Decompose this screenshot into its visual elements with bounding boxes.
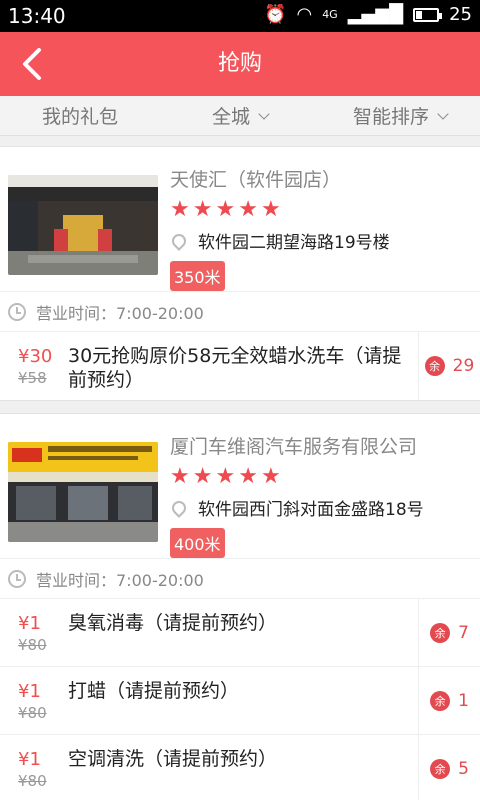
remaining-value: 7	[458, 622, 469, 643]
deal-title: 打蜡（请提前预约）	[68, 680, 240, 702]
deal-price: ¥30 ¥58	[0, 332, 56, 400]
hours-value: 7:00-20:00	[116, 303, 204, 323]
filter-label: 全城	[211, 106, 250, 128]
star-icon: ★	[238, 464, 258, 489]
distance-badge: 350米	[170, 261, 225, 291]
filter-city[interactable]: 全城	[160, 96, 320, 135]
star-icon: ★	[238, 197, 258, 222]
filter-sort[interactable]: 智能排序	[320, 96, 480, 135]
address-text: 软件园二期望海路19号楼	[198, 233, 390, 253]
star-icon: ★	[192, 197, 213, 222]
price-original: ¥80	[18, 772, 47, 790]
star-icon: ★	[192, 464, 213, 489]
business-hours: 营业时间：7:00-20:00	[0, 558, 480, 598]
shop-name: 厦门车维阁汽车服务有限公司	[170, 436, 418, 458]
filter-label: 我的礼包	[41, 106, 118, 128]
price-current: ¥1	[18, 749, 41, 770]
page-title: 抢购	[217, 51, 262, 76]
wifi-icon: ◠	[296, 4, 313, 25]
location-pin-icon	[169, 230, 189, 251]
star-icon: ★	[215, 197, 236, 222]
remaining-count: 余 29	[418, 332, 480, 400]
hours-label: 营业时间：	[36, 303, 117, 323]
filter-bar: 我的礼包 全城 智能排序	[0, 96, 480, 136]
alarm-icon: ⏰	[264, 4, 287, 25]
battery-level: 25	[449, 4, 472, 25]
rating-stars: ★ ★ ★ ★ ★	[170, 465, 480, 489]
price-current: ¥1	[18, 613, 41, 634]
star-icon: ★	[170, 197, 190, 222]
shop-list: 天使汇（软件园店） ★ ★ ★ ★ ★ 软件园二期望海路19号楼 350米 营业…	[0, 146, 480, 800]
deal-price: ¥1 ¥80	[0, 735, 56, 800]
price-original: ¥58	[18, 369, 47, 387]
star-icon: ★	[170, 464, 190, 489]
price-original: ¥80	[18, 704, 47, 722]
status-icons: ⏰ ◠ 4G ▂▄▆█ 25	[264, 4, 472, 25]
hours-value: 7:00-20:00	[116, 570, 204, 590]
address-text: 软件园西门斜对面金盛路18号	[198, 500, 424, 520]
star-icon: ★	[215, 464, 236, 489]
price-original: ¥80	[18, 636, 47, 654]
remaining-icon: 余	[430, 690, 451, 711]
rating-stars: ★ ★ ★ ★ ★	[170, 198, 480, 222]
remaining-icon: 余	[424, 356, 445, 376]
chevron-down-icon	[437, 107, 449, 120]
deal-title: 臭氧消毒（请提前预约）	[68, 612, 278, 634]
shop-address: 软件园二期望海路19号楼	[169, 228, 480, 253]
chevron-down-icon	[258, 107, 270, 120]
deal-row[interactable]: ¥1 ¥80 打蜡（请提前预约） 余 1	[0, 666, 480, 734]
shop-name: 天使汇（软件园店）	[170, 169, 342, 191]
hours-label: 营业时间：	[36, 570, 117, 590]
shop-photo	[8, 175, 158, 275]
shop-photo	[8, 442, 158, 542]
location-pin-icon	[169, 497, 189, 518]
deal-title: 空调清洗（请提前预约）	[68, 748, 278, 770]
remaining-count: 余 5	[418, 735, 480, 800]
shop-card: 厦门车维阁汽车服务有限公司 ★ ★ ★ ★ ★ 软件园西门斜对面金盛路18号 4…	[0, 413, 480, 800]
deal-row[interactable]: ¥30 ¥58 30元抢购原价58元全效蜡水洗车（请提前预约） 余 29	[0, 331, 480, 400]
deal-row[interactable]: ¥1 ¥80 空调清洗（请提前预约） 余 5	[0, 734, 480, 800]
star-icon: ★	[260, 464, 281, 489]
deal-price: ¥1 ¥80	[0, 599, 56, 666]
deal-row[interactable]: ¥1 ¥80 臭氧消毒（请提前预约） 余 7	[0, 598, 480, 666]
remaining-value: 1	[458, 690, 469, 711]
status-bar: 13:40 ⏰ ◠ 4G ▂▄▆█ 25	[0, 0, 480, 32]
deal-title: 30元抢购原价58元全效蜡水洗车（请提前预约）	[68, 345, 402, 391]
clock-icon	[8, 302, 26, 321]
status-time: 13:40	[8, 4, 66, 28]
remaining-value: 29	[452, 356, 475, 376]
business-hours: 营业时间：7:00-20:00	[0, 291, 480, 331]
clock-icon	[8, 569, 26, 588]
header: 抢购	[0, 32, 480, 96]
price-current: ¥30	[18, 346, 53, 367]
shop-card: 天使汇（软件园店） ★ ★ ★ ★ ★ 软件园二期望海路19号楼 350米 营业…	[0, 146, 480, 401]
filter-my-gifts[interactable]: 我的礼包	[0, 96, 160, 135]
distance-badge: 400米	[170, 528, 225, 558]
network-type: 4G	[322, 8, 338, 21]
shop-address: 软件园西门斜对面金盛路18号	[169, 495, 480, 520]
remaining-value: 5	[458, 758, 469, 779]
star-icon: ★	[260, 197, 281, 222]
battery-icon	[413, 7, 443, 22]
remaining-icon: 余	[430, 622, 451, 643]
remaining-count: 余 7	[418, 599, 480, 666]
remaining-count: 余 1	[418, 667, 480, 734]
signal-icon: ▂▄▆█	[347, 4, 404, 25]
shop-header[interactable]: 厦门车维阁汽车服务有限公司 ★ ★ ★ ★ ★ 软件园西门斜对面金盛路18号 4…	[0, 414, 480, 558]
shop-header[interactable]: 天使汇（软件园店） ★ ★ ★ ★ ★ 软件园二期望海路19号楼 350米	[0, 147, 480, 291]
remaining-icon: 余	[430, 758, 451, 779]
filter-label: 智能排序	[352, 106, 429, 128]
price-current: ¥1	[18, 681, 41, 702]
deal-price: ¥1 ¥80	[0, 667, 56, 734]
